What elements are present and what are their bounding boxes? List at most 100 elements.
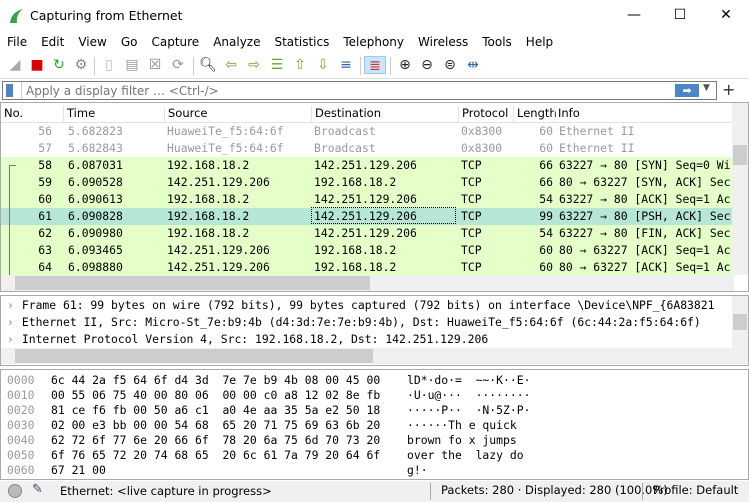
menu-tools[interactable]: Tools	[475, 32, 519, 52]
go-forward-icon[interactable]: ⇨	[245, 56, 263, 74]
profile-indicator[interactable]: Profile: Default	[642, 483, 738, 500]
colorize-icon[interactable]: ≣	[364, 56, 386, 74]
first-packet-icon[interactable]: ⇧	[291, 56, 309, 74]
zoom-out-icon[interactable]: ⊖	[418, 56, 436, 74]
detail-tree-item[interactable]: › Ethernet II, Src: Micro-St_7e:b9:4b (d4…	[7, 315, 701, 329]
column-header-source[interactable]: Source	[164, 106, 208, 123]
menu-wireless[interactable]: Wireless	[411, 32, 475, 52]
packet-row[interactable]: 61 6.090828 192.168.18.2 142.251.129.206 TCP…	[1, 207, 734, 225]
byte-hex[interactable]: 67 21 00	[51, 463, 106, 477]
stop-capture-icon[interactable]: ■	[28, 56, 46, 74]
reload-file-icon[interactable]: ⟳	[169, 56, 187, 74]
resize-columns-icon[interactable]: ⇹	[464, 56, 482, 74]
expert-info-icon[interactable]	[8, 484, 22, 498]
byte-hex[interactable]: 6f 76 65 72 20 74 68 65 20 6c 61 7a 79 2…	[51, 448, 380, 462]
capture-comment-icon[interactable]: ✎	[32, 482, 43, 497]
menu-file[interactable]: File	[0, 32, 34, 52]
last-packet-icon[interactable]: ⇩	[314, 56, 332, 74]
find-packet-icon[interactable]: 🔍︎	[199, 56, 217, 74]
menu-go[interactable]: Go	[114, 32, 145, 52]
menu-analyze[interactable]: Analyze	[206, 32, 267, 52]
byte-hex[interactable]: 62 72 6f 77 6e 20 66 6f 78 20 6a 75 6d 7…	[51, 433, 380, 447]
packet-dst: 192.168.18.2	[314, 243, 397, 257]
restart-capture-icon[interactable]: ↻	[50, 56, 68, 74]
column-header-protocol[interactable]: Protocol	[458, 106, 508, 123]
packet-row[interactable]: 59 6.090528 142.251.129.206 192.168.18.2 TCP…	[1, 174, 734, 191]
zoom-in-icon[interactable]: ⊕	[396, 56, 414, 74]
byte-hex[interactable]: 81 ce f6 fb 00 50 a6 c1 a0 4e aa 35 5a e…	[51, 403, 380, 417]
packet-info: 80 → 63227 [ACK] Seq=1 Ac	[559, 243, 731, 257]
byte-ascii[interactable]: ······Th e quick	[407, 418, 524, 432]
save-file-icon[interactable]: ▤	[123, 56, 141, 74]
filter-history-dropdown[interactable]: ▼	[703, 83, 710, 93]
packet-row[interactable]: 57 5.682843 HuaweiTe_f5:64:6f Broadcast 0x83…	[1, 140, 734, 157]
packet-row[interactable]: 58 6.087031 192.168.18.2 142.251.129.206 TCP…	[1, 157, 734, 174]
column-header-info[interactable]: Info	[554, 106, 580, 123]
byte-ascii[interactable]: ·U·u@··· ········	[407, 388, 530, 402]
open-file-icon[interactable]: ▯	[100, 56, 118, 74]
close-button[interactable]: ✕	[703, 0, 749, 32]
packet-proto: TCP	[461, 209, 482, 223]
detail-text: Ethernet II, Src: Micro-St_7e:b9:4b (d4:…	[21, 315, 701, 329]
column-header-no[interactable]: No.	[1, 106, 23, 123]
detail-tree-item[interactable]: › Internet Protocol Version 4, Src: 192.1…	[7, 332, 488, 346]
menu-statistics[interactable]: Statistics	[267, 32, 336, 52]
packet-row[interactable]: 62 6.090980 192.168.18.2 142.251.129.206 TCP…	[1, 225, 734, 242]
menu-help[interactable]: Help	[519, 32, 560, 52]
byte-ascii[interactable]: lD*·do·= ~~·K··E·	[407, 373, 530, 387]
column-header-length[interactable]: Length	[513, 106, 557, 123]
details-hscrollbar[interactable]	[1, 348, 748, 364]
byte-hex[interactable]: 6c 44 2a f5 64 6f d4 3d 7e 7e b9 4b 08 0…	[51, 373, 380, 387]
packet-time: 6.090828	[68, 209, 123, 223]
byte-ascii[interactable]: ·····P·· ·N·5Z·P·	[407, 403, 530, 417]
close-file-icon[interactable]: ☒	[146, 56, 164, 74]
byte-hex[interactable]: 00 55 06 75 40 00 80 06 00 00 c0 a8 12 0…	[51, 388, 380, 402]
go-to-packet-icon[interactable]: ☰	[268, 56, 286, 74]
expand-arrow-icon[interactable]: ›	[7, 298, 14, 312]
byte-offset: 0030	[7, 418, 35, 432]
packet-time: 6.090980	[68, 226, 123, 240]
display-filter-bar: ➡ ▼	[2, 81, 717, 100]
bookmark-icon[interactable]	[6, 84, 13, 97]
packet-info: 63227 → 80 [PSH, ACK] Sec	[559, 209, 731, 223]
display-filter-input[interactable]	[21, 82, 671, 99]
packet-info: 63227 → 80 [SYN] Seq=0 Wi	[559, 158, 731, 172]
add-filter-button[interactable]: +	[722, 80, 735, 99]
packet-len: 60	[539, 260, 553, 274]
go-back-icon[interactable]: ⇦	[222, 56, 240, 74]
column-header-time[interactable]: Time	[63, 106, 95, 123]
byte-offset: 0050	[7, 448, 35, 462]
packet-row[interactable]: 64 6.098880 142.251.129.206 192.168.18.2 TCP…	[1, 259, 734, 276]
packet-src: 192.168.18.2	[167, 158, 250, 172]
packet-list-vscrollbar[interactable]	[732, 103, 748, 275]
packet-info: 80 → 63227 [SYN, ACK] Sec	[559, 175, 731, 189]
menu-telephony[interactable]: Telephony	[336, 32, 411, 52]
details-vscrollbar[interactable]	[732, 296, 748, 348]
packet-row[interactable]: 63 6.093465 142.251.129.206 192.168.18.2 TCP…	[1, 242, 734, 259]
packet-info: Ethernet II	[559, 141, 635, 155]
expand-arrow-icon[interactable]: ›	[7, 332, 14, 346]
menu-view[interactable]: View	[71, 32, 113, 52]
expand-arrow-icon[interactable]: ›	[7, 315, 14, 329]
packet-dst: 142.251.129.206	[314, 158, 417, 172]
apply-filter-button[interactable]: ➡	[675, 84, 699, 97]
zoom-normal-icon[interactable]: ⊜	[441, 56, 459, 74]
detail-tree-item[interactable]: › Frame 61: 99 bytes on wire (792 bits), …	[7, 298, 715, 312]
menu-capture[interactable]: Capture	[144, 32, 206, 52]
start-capture-icon[interactable]: ◢	[6, 56, 24, 74]
byte-ascii[interactable]: over the lazy do	[407, 448, 524, 462]
packet-proto: TCP	[461, 226, 482, 240]
packet-row[interactable]: 60 6.090613 192.168.18.2 142.251.129.206 TCP…	[1, 191, 734, 208]
capture-options-icon[interactable]: ⚙	[72, 56, 90, 74]
byte-ascii[interactable]: g!·	[407, 463, 428, 477]
auto-scroll-icon[interactable]: ≡	[337, 56, 355, 74]
packet-row[interactable]: 56 5.682823 HuaweiTe_f5:64:6f Broadcast 0x83…	[1, 123, 734, 140]
maximize-button[interactable]: ☐	[657, 0, 703, 32]
byte-hex[interactable]: 02 00 e3 bb 00 00 54 68 65 20 71 75 69 6…	[51, 418, 380, 432]
packet-proto: TCP	[461, 158, 482, 172]
minimize-button[interactable]: —	[611, 0, 657, 32]
column-header-destination[interactable]: Destination	[311, 106, 381, 123]
menu-edit[interactable]: Edit	[34, 32, 71, 52]
byte-ascii[interactable]: brown fo x jumps	[407, 433, 524, 447]
packet-list-hscrollbar[interactable]	[1, 275, 734, 291]
